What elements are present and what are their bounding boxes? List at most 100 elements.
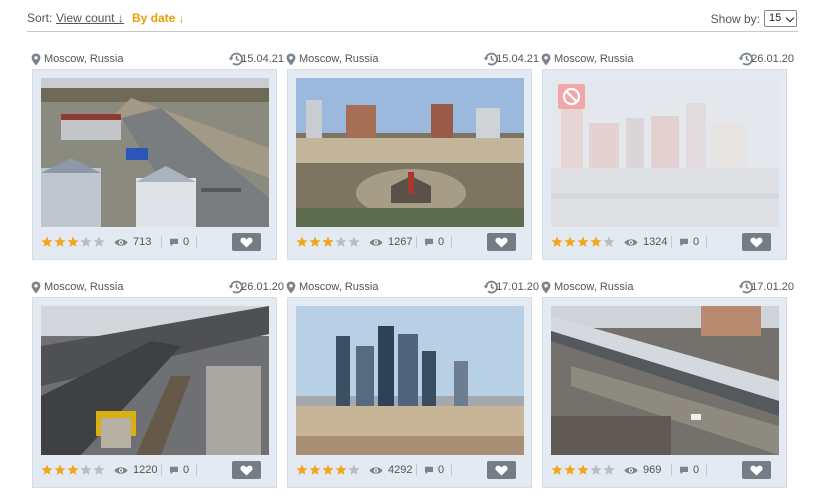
camera-thumbnail[interactable] [296,78,524,227]
comment-count: 0 [438,236,445,248]
blocked-icon [558,84,585,109]
card-header: Moscow, Russia 26.01.20 [539,52,794,68]
map-pin-icon [541,53,551,66]
card-header: Moscow, Russia 15.04.21 [284,52,539,68]
camera-photo [551,306,779,455]
camera-photo [296,78,524,227]
star-filled-icon[interactable] [67,236,79,248]
star-empty-icon[interactable] [603,464,615,476]
camera-photo [41,78,269,227]
camera-frame: 4292 0 [287,297,532,488]
star-empty-icon[interactable] [335,236,347,248]
like-button[interactable] [742,461,771,479]
sort-by-view-count-link[interactable]: View count ↓ [56,11,124,25]
map-pin-icon [541,281,551,294]
card-location: Moscow, Russia [299,53,379,65]
star-filled-icon[interactable] [41,236,53,248]
card-date: 26.01.20 [751,53,794,65]
eye-icon [369,467,383,474]
camera-frame: 969 0 [542,297,787,488]
star-filled-icon[interactable] [322,236,334,248]
star-empty-icon[interactable] [590,464,602,476]
card-date: 15.04.21 [241,53,284,65]
separator [161,236,162,248]
card-date: 17.01.20 [751,281,794,293]
star-filled-icon[interactable] [577,236,589,248]
star-filled-icon[interactable] [322,464,334,476]
separator [416,464,417,476]
sort-by-date-link[interactable]: By date ↓ [132,11,185,25]
chevron-down-icon [785,13,795,23]
view-count: 713 [133,236,152,248]
star-filled-icon[interactable] [577,464,589,476]
star-filled-icon[interactable] [564,464,576,476]
view-count: 1324 [643,236,668,248]
camera-thumbnail[interactable] [551,78,779,227]
card-header: Moscow, Russia 26.01.20 [29,280,284,296]
card-location: Moscow, Russia [554,53,634,65]
star-filled-icon[interactable] [309,236,321,248]
star-filled-icon[interactable] [564,236,576,248]
star-empty-icon[interactable] [348,464,360,476]
star-filled-icon[interactable] [296,464,308,476]
show-by-select[interactable]: 15 [764,10,797,27]
like-button[interactable] [742,233,771,251]
separator [451,464,452,476]
star-filled-icon[interactable] [54,236,66,248]
like-button[interactable] [487,461,516,479]
card-header: Moscow, Russia 15.04.21 [29,52,284,68]
card-header: Moscow, Russia 17.01.20 [539,280,794,296]
eye-icon [114,467,128,474]
separator [671,464,672,476]
star-empty-icon[interactable] [603,236,615,248]
card-date: 17.01.20 [496,281,539,293]
camera-photo [296,306,524,455]
camera-frame: 1267 0 [287,69,532,260]
star-filled-icon[interactable] [41,464,53,476]
map-pin-icon [31,53,41,66]
sort-toolbar: Sort: View count ↓ By date ↓ Show by: 15 [27,0,798,32]
heart-icon [750,465,763,476]
map-pin-icon [31,281,41,294]
separator [196,236,197,248]
star-filled-icon[interactable] [551,464,563,476]
comment-icon [425,466,433,475]
star-filled-icon[interactable] [54,464,66,476]
camera-frame: 713 0 [32,69,277,260]
heart-icon [240,465,253,476]
like-button[interactable] [232,233,261,251]
camera-thumbnail[interactable] [41,306,269,455]
comment-icon [680,238,688,247]
star-empty-icon[interactable] [348,236,360,248]
star-filled-icon[interactable] [296,236,308,248]
comment-count: 0 [183,236,190,248]
star-empty-icon[interactable] [93,236,105,248]
eye-icon [114,239,128,246]
camera-photo [41,306,269,455]
offline-overlay [551,78,779,227]
camera-frame: 1324 0 [542,69,787,260]
star-empty-icon[interactable] [80,464,92,476]
star-filled-icon[interactable] [335,464,347,476]
comment-count: 0 [693,464,700,476]
star-filled-icon[interactable] [590,236,602,248]
card-date: 15.04.21 [496,53,539,65]
star-filled-icon[interactable] [309,464,321,476]
separator [451,236,452,248]
star-filled-icon[interactable] [67,464,79,476]
card-location: Moscow, Russia [554,281,634,293]
eye-icon [369,239,383,246]
view-count: 4292 [388,464,413,476]
like-button[interactable] [232,461,261,479]
star-empty-icon[interactable] [80,236,92,248]
like-button[interactable] [487,233,516,251]
sort-label: Sort: [27,11,53,25]
separator [196,464,197,476]
camera-thumbnail[interactable] [551,306,779,455]
camera-thumbnail[interactable] [296,306,524,455]
star-empty-icon[interactable] [93,464,105,476]
star-filled-icon[interactable] [551,236,563,248]
camera-thumbnail[interactable] [41,78,269,227]
view-count: 1220 [133,464,158,476]
comment-icon [170,466,178,475]
